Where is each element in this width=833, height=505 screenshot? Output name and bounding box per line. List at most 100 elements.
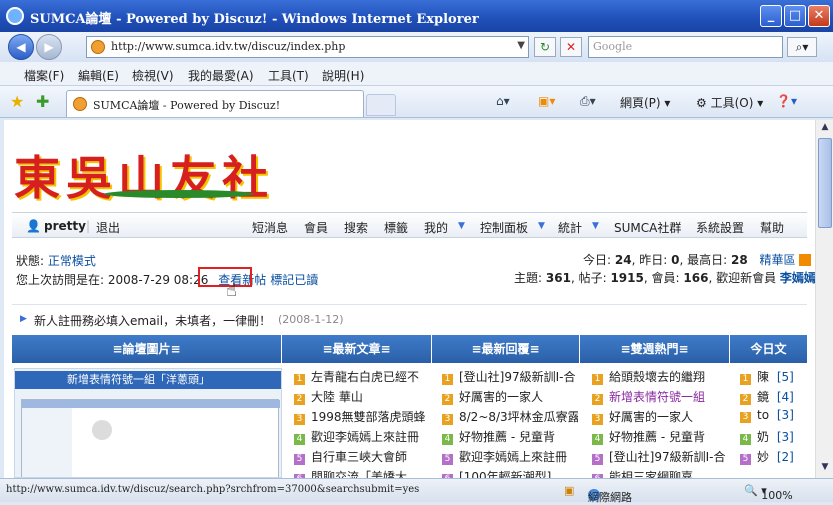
new-tab-button[interactable] [366, 94, 396, 116]
nav-help[interactable]: 幫助 [760, 219, 784, 236]
menu-view[interactable]: 檢視(V) [132, 67, 174, 84]
forward-button[interactable]: ▶ [36, 34, 62, 60]
address-url[interactable]: http://www.sumca.idv.tw/discuz/index.php [111, 40, 345, 53]
logout-link[interactable]: 退出 [96, 219, 120, 236]
list-item[interactable]: 2 新增表情符號一組 [592, 388, 728, 408]
header-forum-images: ≡論壇圖片≡ [12, 335, 282, 363]
list-item[interactable]: 1陳 [5] [740, 368, 806, 388]
list-item[interactable]: 4 好物推薦 - 兒童背 [592, 428, 728, 448]
nav-stats-dropdown-icon[interactable]: ▼ [592, 221, 599, 231]
protected-mode-icon[interactable]: ▣ [564, 484, 574, 497]
today-stats: 今日: 24, 昨日: 0, 最高日: 28 精華區 [583, 251, 812, 268]
page-menu[interactable]: 網頁(P) ▾ [620, 94, 670, 111]
help-icon[interactable]: ❓▾ [776, 94, 797, 108]
header-hot: ≡雙週熱門≡ [580, 335, 730, 363]
add-favorite-icon[interactable]: ✚ [36, 92, 49, 111]
site-favicon-icon [91, 40, 105, 54]
logo-swoosh [104, 190, 254, 198]
menu-help[interactable]: 說明(H) [322, 67, 364, 84]
image-thumbnail[interactable] [21, 399, 280, 477]
list-item[interactable]: 4奶 [3] [740, 428, 806, 448]
minimize-button[interactable]: _ [760, 5, 782, 27]
nav-members[interactable]: 會員 [304, 219, 328, 236]
vertical-scrollbar[interactable]: ▲ ▼ [815, 120, 833, 478]
back-button[interactable]: ◀ [8, 34, 34, 60]
forum-totals: 主題: 361, 帖子: 1915, 會員: 166, 歡迎新會員 李嫣嫣 [514, 271, 815, 285]
menu-edit[interactable]: 編輯(E) [78, 67, 119, 84]
nav-tags[interactable]: 標籤 [384, 219, 408, 236]
newest-member-link[interactable]: 李嫣嫣 [780, 271, 815, 285]
address-bar[interactable]: http://www.sumca.idv.tw/discuz/index.php… [86, 36, 529, 58]
forum-image-slideshow[interactable]: 新增表情符號一組「洋蔥頭」 [14, 368, 282, 478]
site-logo[interactable]: 東吳山友社 [14, 142, 282, 205]
header-today-posters: 今日文 [730, 335, 807, 363]
list-item[interactable]: 1 [登山社]97級新訓I-合 [442, 368, 578, 388]
close-button[interactable]: ✕ [808, 5, 830, 27]
search-placeholder: Google [593, 40, 633, 53]
tools-menu[interactable]: ⚙ 工具(O) ▾ [696, 94, 763, 111]
list-item[interactable]: 3 to [3] [740, 408, 806, 428]
rss-icon[interactable] [799, 254, 812, 266]
tab-bar: ★ ✚ SUMCA論壇 - Powered by Discuz! ⌂▾ ▣▾ ⎙… [0, 86, 833, 118]
username[interactable]: pretty [44, 219, 86, 233]
nav-settings[interactable]: 系統設置 [696, 219, 744, 236]
tab-favicon-icon [73, 97, 87, 111]
list-item[interactable]: 2鏡 [4] [740, 388, 806, 408]
scroll-down-icon[interactable]: ▼ [818, 462, 832, 476]
list-item[interactable]: 6能相三家網聊嘉 [592, 468, 728, 478]
list-item[interactable]: 1 給頭殼壞去的繼翔 [592, 368, 728, 388]
header-latest-posts: ≡最新文章≡ [282, 335, 432, 363]
list-item[interactable]: 1 左青龍右白虎已經不 [294, 368, 430, 388]
nav-sumca-group[interactable]: SUMCA社群 [614, 219, 681, 236]
search-input[interactable]: Google [588, 36, 783, 58]
print-icon[interactable]: ⎙▾ [580, 94, 596, 109]
nav-control-panel[interactable]: 控制面板 [480, 219, 528, 236]
digest-link[interactable]: 精華區 [760, 253, 796, 267]
view-new-highlight [198, 267, 252, 287]
status-mode: 狀態: 正常模式 [16, 254, 96, 268]
favorites-star-icon[interactable]: ★ [10, 92, 24, 111]
nav-my-dropdown-icon[interactable]: ▼ [458, 221, 465, 231]
forum-navbar: 👤 pretty | 退出 短消息 會員 搜索 標籤 我的 ▼ 控制面板 ▼ 統… [12, 212, 807, 238]
list-item[interactable]: 6閒聊交流「美嬌大 [294, 468, 430, 478]
search-button[interactable]: ⌕▾ [787, 37, 817, 57]
tab-sumca[interactable]: SUMCA論壇 - Powered by Discuz! [66, 90, 364, 117]
nav-search[interactable]: 搜索 [344, 219, 368, 236]
list-item[interactable]: 3 好厲害的一家人 [592, 408, 728, 428]
refresh-button[interactable]: ↻ [534, 37, 556, 57]
menu-bar: 檔案(F) 編輯(E) 檢視(V) 我的最愛(A) 工具(T) 說明(H) [0, 62, 833, 86]
list-item[interactable]: 6[100年輕新潮型] [442, 468, 578, 478]
list-item[interactable]: 3 8/2~8/3坪林金瓜寮露 [442, 408, 578, 428]
list-item[interactable]: 5妙 [2] [740, 448, 806, 468]
sep: | [86, 219, 91, 233]
menu-tools[interactable]: 工具(T) [268, 67, 309, 84]
maximize-button[interactable]: □ [784, 5, 806, 27]
last-visit: 您上次訪問是在: 2008-7-29 08:26 查看新帖 標記已讀 [16, 273, 319, 287]
list-item[interactable]: 4 好物推薦 - 兒童背 [442, 428, 578, 448]
menu-favorites[interactable]: 我的最愛(A) [188, 67, 254, 84]
list-item[interactable]: 3 1998無雙部落虎頭蜂 [294, 408, 430, 428]
mark-read-link[interactable]: 標記已讀 [270, 273, 318, 287]
feeds-icon[interactable]: ▣▾ [538, 94, 555, 108]
mode-link[interactable]: 正常模式 [48, 254, 96, 268]
list-item[interactable]: 5 歡迎李嫣嫣上來註冊 [442, 448, 578, 468]
list-item[interactable]: 4 歡迎李嫣嫣上來註冊 [294, 428, 430, 448]
image-caption[interactable]: 新增表情符號一組「洋蔥頭」 [15, 371, 281, 389]
address-dropdown-icon[interactable]: ▼ [517, 40, 525, 51]
nav-my[interactable]: 我的 [424, 219, 448, 236]
nav-stats[interactable]: 統計 [558, 219, 582, 236]
announcement-text[interactable]: 新人註冊務必填入email，未填者，一律刪！ [34, 312, 271, 329]
menu-file[interactable]: 檔案(F) [24, 67, 64, 84]
page-viewport: 東吳山友社 👤 pretty | 退出 短消息 會員 搜索 標籤 我的 ▼ 控制… [4, 120, 815, 478]
scroll-up-icon[interactable]: ▲ [818, 122, 832, 136]
list-item[interactable]: 5 自行車三峽大會師 [294, 448, 430, 468]
list-item[interactable]: 2 大陸 華山 [294, 388, 430, 408]
stop-button[interactable]: ✕ [560, 37, 582, 57]
scroll-thumb[interactable] [818, 138, 832, 228]
home-icon[interactable]: ⌂▾ [496, 94, 510, 108]
list-item[interactable]: 5 [登山社]97級新訓I-合 [592, 448, 728, 468]
nav-cp-dropdown-icon[interactable]: ▼ [538, 221, 545, 231]
zoom-control[interactable]: 🔍 100% ▾ [744, 484, 793, 502]
nav-messages[interactable]: 短消息 [252, 219, 288, 236]
list-item[interactable]: 2 好厲害的一家人 [442, 388, 578, 408]
